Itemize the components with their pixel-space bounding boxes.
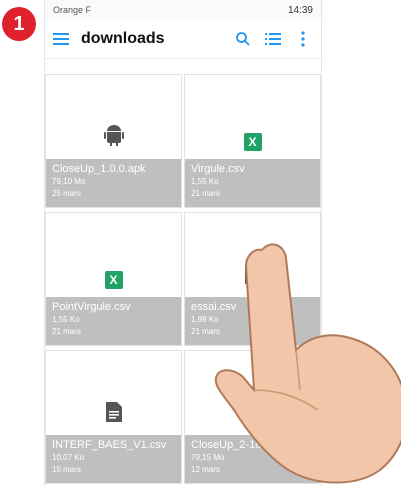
file-tile[interactable]: CloseUp_2-18-1.apk 79,15 Mo 12 mars [184,350,321,484]
file-name: PointVirgule.csv [52,301,131,313]
file-size: 79,10 Mo [52,177,86,186]
file-date: 15 mars [52,465,81,474]
excel-icon: X [104,271,123,289]
list-view-icon[interactable] [263,29,283,49]
file-size: 10,07 Ko [52,453,85,462]
hamburger-menu-icon[interactable] [53,33,69,45]
carrier-label: Orange F [53,5,92,15]
phone-screen: Orange F 14:39 downloads CloseUp_1.0.0.a… [44,0,322,486]
file-date: 12 mars [191,465,220,474]
file-tile[interactable]: essai.csv 1,98 Ko 21 mars [184,212,321,346]
android-icon [242,400,263,427]
file-name: essai.csv [191,301,237,313]
file-date: 25 mars [52,189,81,198]
file-name: CloseUp_2-18-1.apk [191,439,292,451]
file-name: INTERF_BAES_V1.csv [52,439,167,451]
file-date: 21 mars [191,189,220,198]
page-title: downloads [81,30,165,47]
file-tile[interactable]: X PointVirgule.csv 1,55 Ko 21 mars [45,212,182,346]
file-size: 1,55 Ko [52,315,80,324]
file-size: 1,55 Ko [191,177,219,186]
more-vert-icon[interactable] [293,29,313,49]
file-tile[interactable]: CloseUp_1.0.0.apk 79,10 Mo 25 mars [45,74,182,208]
document-icon [105,402,122,427]
app-bar: downloads [45,20,321,59]
android-icon [103,124,124,151]
status-time: 14:39 [287,4,313,16]
file-tile[interactable]: X Virgule.csv 1,55 Ko 21 mars [184,74,321,208]
file-size: 79,15 Mo [191,453,225,462]
file-name: Virgule.csv [191,163,245,175]
search-icon[interactable] [233,29,253,49]
file-size: 1,98 Ko [191,315,219,324]
step-number-badge: 1 [2,7,36,41]
excel-icon: X [243,133,262,151]
file-date: 21 mars [191,327,220,336]
file-name: CloseUp_1.0.0.apk [52,163,146,175]
document-icon [244,264,261,289]
file-grid: CloseUp_1.0.0.apk 79,10 Mo 25 mars X Vir… [45,72,321,486]
file-date: 21 mars [52,327,81,336]
file-tile[interactable]: INTERF_BAES_V1.csv 10,07 Ko 15 mars [45,350,182,484]
status-bar: Orange F 14:39 [45,0,321,20]
